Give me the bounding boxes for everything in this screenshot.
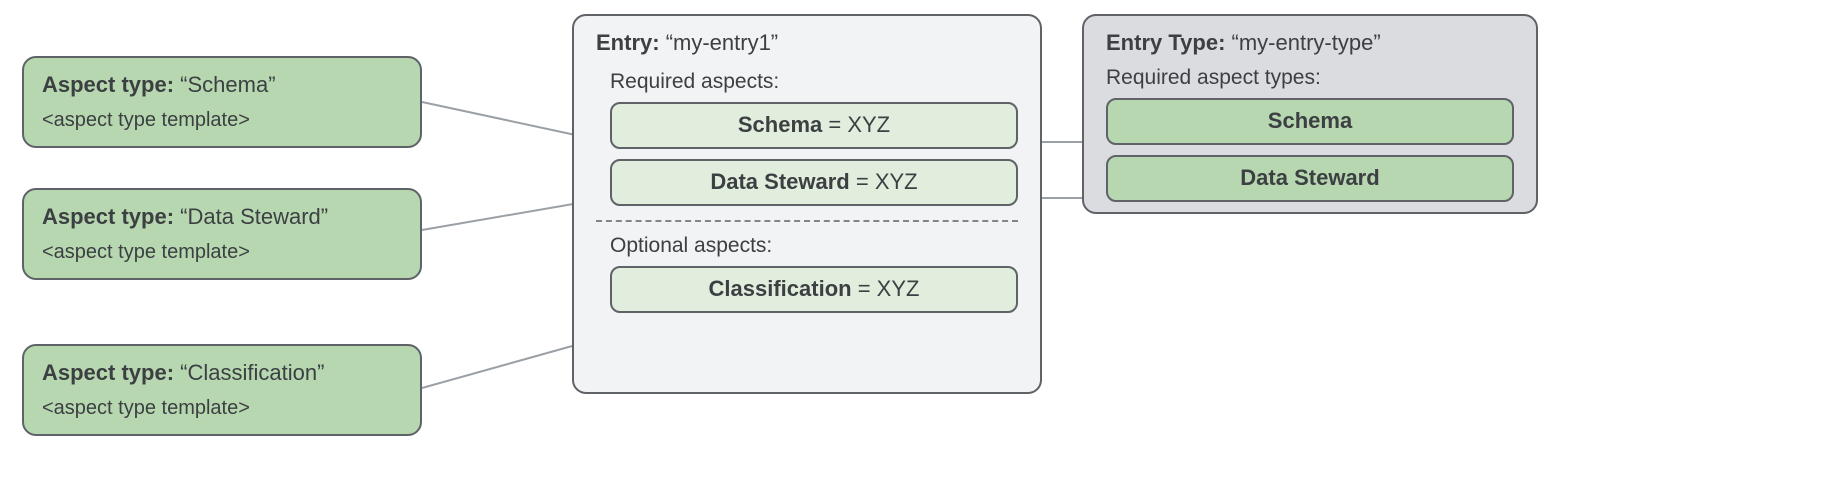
required-aspect-type-schema: Schema: [1106, 98, 1514, 145]
required-aspects-label: Required aspects:: [610, 70, 1018, 94]
aspect-type-template: <aspect type template>: [42, 237, 402, 267]
aspect-type-template: <aspect type template>: [42, 105, 402, 135]
aspect-type-name: “Data Steward”: [180, 204, 328, 229]
required-aspect-data-steward: Data Steward = XYZ: [610, 159, 1018, 206]
required-aspect-types-label: Required aspect types:: [1106, 66, 1514, 90]
required-aspect-type-data-steward: Data Steward: [1106, 155, 1514, 202]
aspect-type-schema: Aspect type: “Schema” <aspect type templ…: [22, 56, 422, 148]
aspect-type-label: Aspect type:: [42, 360, 174, 385]
aspect-type-name: “Schema”: [180, 72, 275, 97]
required-aspect-schema: Schema = XYZ: [610, 102, 1018, 149]
aspects-divider: [596, 220, 1018, 222]
optional-aspect-classification: Classification = XYZ: [610, 266, 1018, 313]
aspect-type-label: Aspect type:: [42, 204, 174, 229]
aspect-type-data-steward: Aspect type: “Data Steward” <aspect type…: [22, 188, 422, 280]
entry-type-header: Entry Type: “my-entry-type”: [1106, 30, 1514, 56]
aspect-type-classification: Aspect type: “Classification” <aspect ty…: [22, 344, 422, 436]
entry-header: Entry: “my-entry1”: [596, 30, 1018, 56]
entry-box: Entry: “my-entry1” Required aspects: Sch…: [572, 14, 1042, 394]
aspect-type-label: Aspect type:: [42, 72, 174, 97]
entry-type-box: Entry Type: “my-entry-type” Required asp…: [1082, 14, 1538, 214]
aspect-type-name: “Classification”: [180, 360, 324, 385]
optional-aspects-label: Optional aspects:: [610, 234, 1018, 258]
aspect-type-template: <aspect type template>: [42, 393, 402, 423]
